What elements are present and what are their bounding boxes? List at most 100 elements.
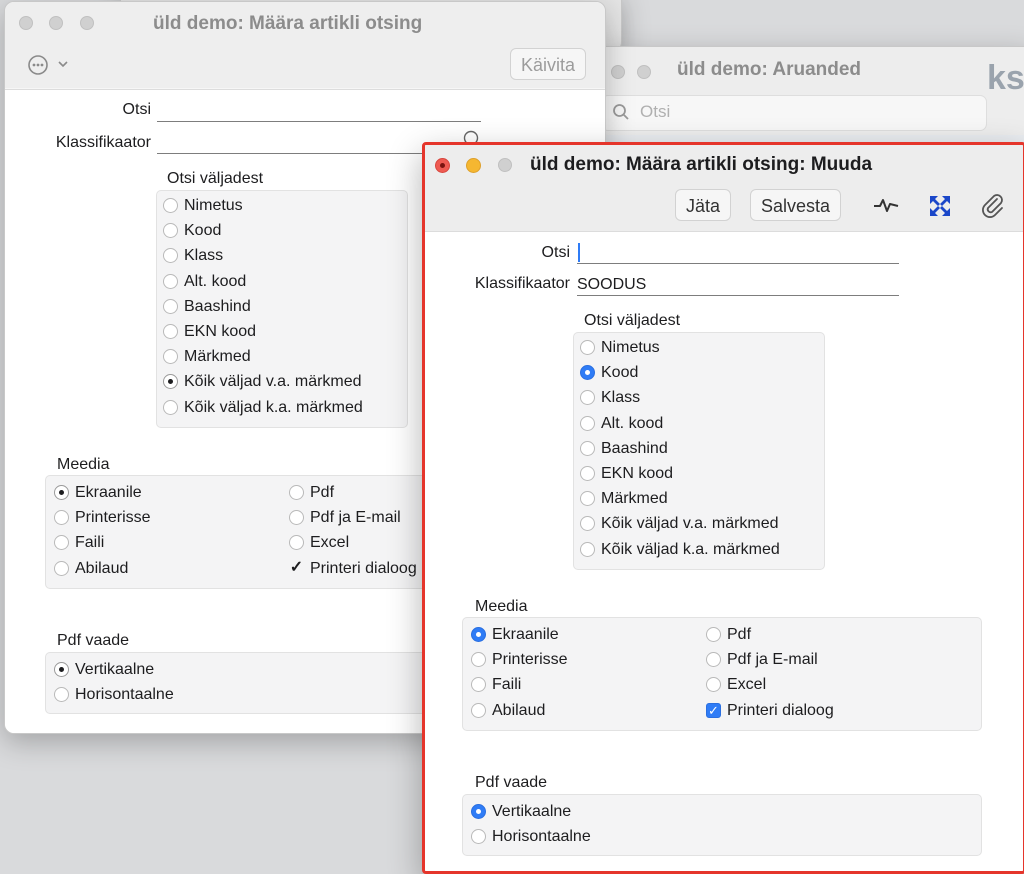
option-label: EKN kood <box>601 465 674 482</box>
radio-button[interactable] <box>580 491 595 507</box>
option-label: Klass <box>601 389 641 407</box>
radio-button[interactable] <box>471 677 486 693</box>
option-label: Ekraanile <box>492 626 559 643</box>
search-field[interactable] <box>157 100 481 122</box>
option-label: Klass <box>184 247 224 265</box>
radio-button[interactable] <box>580 390 595 406</box>
search-label: Otsi <box>541 244 570 261</box>
media-group: Ekraanile Printerisse Faili Abilaud Pdf Pdf j… <box>462 617 982 731</box>
classifier-field[interactable]: SOODUS <box>577 274 899 296</box>
item-search-edit-window[interactable]: üld demo: Määra artikli otsing: Muuda Jä… <box>422 142 1024 874</box>
radio-button[interactable] <box>289 510 304 526</box>
radio-button[interactable] <box>706 677 721 693</box>
option-label: Nimetus <box>184 197 243 214</box>
option-label: Abilaud <box>75 559 129 577</box>
minimize-button[interactable] <box>637 65 651 79</box>
paperclip-icon[interactable] <box>981 193 1005 224</box>
option-label: Printeri dialoog <box>310 559 417 577</box>
radio-button[interactable] <box>471 829 486 845</box>
minimize-button[interactable] <box>49 16 63 30</box>
option-label: EKN kood <box>184 323 257 340</box>
search-input[interactable]: Otsi <box>640 102 670 122</box>
radio-button[interactable] <box>580 541 595 557</box>
radio-button[interactable] <box>706 627 721 642</box>
radio-button[interactable] <box>54 662 69 677</box>
search-field[interactable] <box>577 242 899 264</box>
activity-icon[interactable] <box>873 195 899 220</box>
option-label: Pdf <box>727 626 752 643</box>
radio-button[interactable] <box>289 485 304 500</box>
radio-button[interactable] <box>163 374 178 390</box>
radio-button[interactable] <box>163 324 178 339</box>
close-button[interactable] <box>611 65 625 79</box>
window-title: üld demo: Määra artikli otsing: Muuda <box>530 154 873 175</box>
checkbox-mark[interactable]: ✓ <box>706 702 721 718</box>
radio-button[interactable] <box>580 365 595 381</box>
classifier-label: Klassifikaator <box>474 275 570 292</box>
radio-button[interactable] <box>580 340 595 355</box>
radio-button[interactable] <box>706 652 721 668</box>
option-label: Pdf <box>310 484 335 501</box>
option-label: Kõik väljad v.a. märkmed <box>184 373 362 391</box>
option-label: Kood <box>184 222 222 240</box>
option-label: Märkmed <box>184 348 251 366</box>
radio-button[interactable] <box>471 627 486 642</box>
option-label: Ekraanile <box>75 484 142 501</box>
option-label: Faili <box>492 676 522 694</box>
search-box[interactable]: Otsi <box>601 95 987 131</box>
discard-button[interactable]: Jäta <box>675 189 732 221</box>
pdf-view-group: Vertikaalne Horisontaalne <box>462 794 982 856</box>
radio-button[interactable] <box>163 198 178 213</box>
radio-button[interactable] <box>54 485 69 500</box>
radio-button[interactable] <box>471 652 486 668</box>
more-options-icon[interactable] <box>27 54 75 81</box>
pdf-view-group-title: Pdf vaade <box>57 632 130 649</box>
classifier-value: SOODUS <box>577 276 647 293</box>
option-label: Kood <box>601 364 639 382</box>
radio-button[interactable] <box>471 804 486 819</box>
expand-icon[interactable] <box>929 195 951 222</box>
close-button[interactable] <box>19 16 33 30</box>
option-label: Kõik väljad v.a. märkmed <box>601 515 779 533</box>
option-label: Excel <box>727 676 767 694</box>
fields-group: Nimetus Kood Klass Alt. kood Baashind EKN koo… <box>156 190 408 428</box>
option-label: Horisontaalne <box>75 686 174 704</box>
option-label: Pdf ja E-mail <box>727 651 818 669</box>
radio-button[interactable] <box>163 248 178 264</box>
radio-button[interactable] <box>163 399 178 415</box>
checkbox-mark[interactable]: ✓ <box>289 559 304 576</box>
option-label: Kõik väljad k.a. märkmed <box>601 540 780 558</box>
radio-button[interactable] <box>471 702 486 718</box>
radio-button[interactable] <box>289 535 304 551</box>
option-label: Excel <box>310 534 350 552</box>
radio-button[interactable] <box>580 466 595 481</box>
media-group-title: Meedia <box>475 598 528 615</box>
minimize-button[interactable] <box>466 158 481 173</box>
option-label: Abilaud <box>492 701 546 719</box>
radio-button[interactable] <box>54 687 69 703</box>
zoom-button[interactable] <box>498 158 512 172</box>
radio-button[interactable] <box>580 440 595 456</box>
radio-button[interactable] <box>580 415 595 431</box>
classifier-label: Klassifikaator <box>55 134 151 151</box>
save-button[interactable]: Salvesta <box>750 189 842 221</box>
radio-button[interactable] <box>163 223 178 239</box>
option-label: Vertikaalne <box>492 803 572 820</box>
pdf-view-group-title: Pdf vaade <box>475 774 548 791</box>
radio-button[interactable] <box>54 535 69 551</box>
option-label: Alt. kood <box>184 272 247 290</box>
window-title: üld demo: Määra artikli otsing <box>153 13 423 34</box>
radio-button[interactable] <box>163 273 178 289</box>
close-button[interactable] <box>435 158 450 173</box>
option-label: Märkmed <box>601 490 668 508</box>
radio-button[interactable] <box>163 298 178 314</box>
radio-button[interactable] <box>580 516 595 532</box>
radio-button[interactable] <box>163 349 178 365</box>
run-button[interactable]: Käivita <box>510 48 587 80</box>
zoom-button[interactable] <box>80 16 94 30</box>
radio-button[interactable] <box>54 510 69 526</box>
option-label: Printerisse <box>75 509 151 527</box>
option-label: Baashind <box>601 439 668 457</box>
window-title: üld demo: Aruanded <box>677 59 862 80</box>
radio-button[interactable] <box>54 560 69 576</box>
